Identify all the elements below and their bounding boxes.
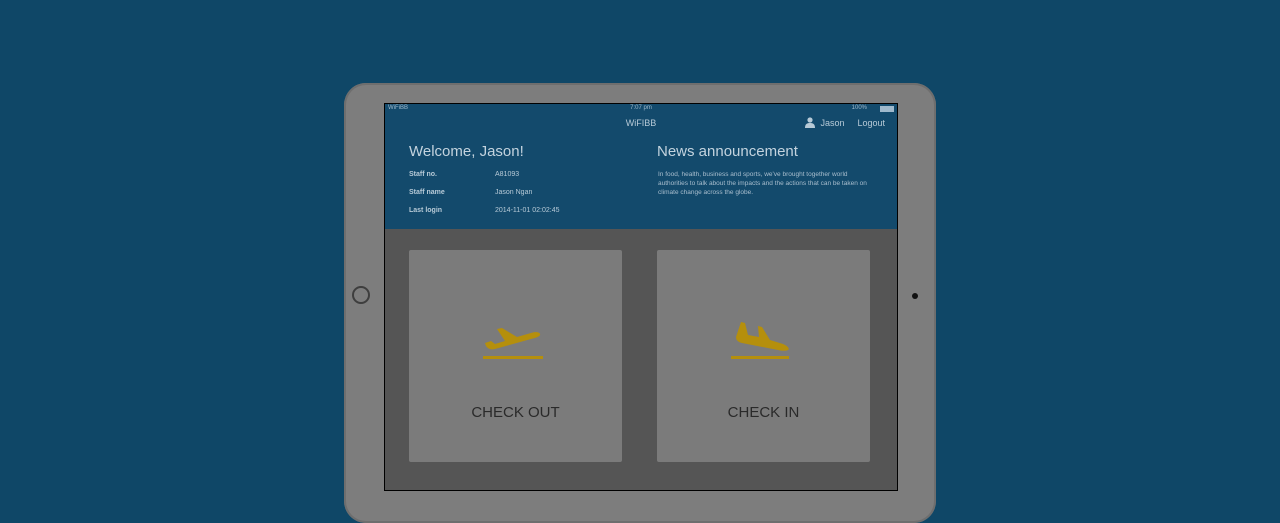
airplane-arrival-icon bbox=[731, 322, 789, 359]
logout-link[interactable]: Logout bbox=[857, 118, 885, 128]
app-screen: WiFiBB 7:07 pm 100% WiFIBB Jason Logout … bbox=[384, 103, 898, 491]
news-title: News announcement bbox=[657, 143, 798, 160]
check-in-label: CHECK IN bbox=[727, 404, 800, 421]
camera-lens bbox=[912, 293, 918, 299]
news-body: In food, health, business and sports, we… bbox=[658, 171, 867, 196]
airplane-departure-icon bbox=[483, 328, 543, 359]
tablet-device: WiFiBB 7:07 pm 100% WiFIBB Jason Logout … bbox=[344, 83, 936, 523]
info-value: 2014-11-01 02:02:45 bbox=[495, 207, 560, 214]
info-label: Staff no. bbox=[409, 171, 437, 178]
home-button[interactable] bbox=[352, 286, 370, 304]
info-label: Staff name bbox=[409, 189, 445, 196]
info-label: Last login bbox=[409, 207, 443, 214]
header-panel: WiFiBB 7:07 pm 100% WiFIBB Jason Logout … bbox=[385, 104, 897, 229]
info-value: Jason Ngan bbox=[495, 189, 533, 196]
welcome-title: Welcome, Jason! bbox=[409, 143, 524, 160]
user-icon bbox=[805, 117, 816, 128]
info-row-staff-name: Staff name Jason Ngan bbox=[409, 189, 559, 207]
check-in-card[interactable]: CHECK IN bbox=[657, 250, 870, 462]
battery-percentage: 100% bbox=[851, 105, 867, 111]
check-out-label: CHECK OUT bbox=[471, 404, 560, 421]
battery-icon bbox=[880, 106, 894, 112]
user-name[interactable]: Jason bbox=[820, 118, 844, 128]
check-out-card[interactable]: CHECK OUT bbox=[409, 250, 622, 462]
status-bar: WiFiBB 7:07 pm 100% bbox=[385, 104, 897, 114]
info-value: A81093 bbox=[495, 171, 520, 178]
status-time: 7:07 pm bbox=[630, 105, 652, 111]
info-row-staff-no: Staff no. A81093 bbox=[409, 171, 559, 189]
info-row-last-login: Last login 2014-11-01 02:02:45 bbox=[409, 207, 559, 225]
user-area: Jason Logout bbox=[805, 117, 885, 128]
staff-info-table: Staff no. A81093 Staff name Jason Ngan L… bbox=[409, 171, 559, 225]
